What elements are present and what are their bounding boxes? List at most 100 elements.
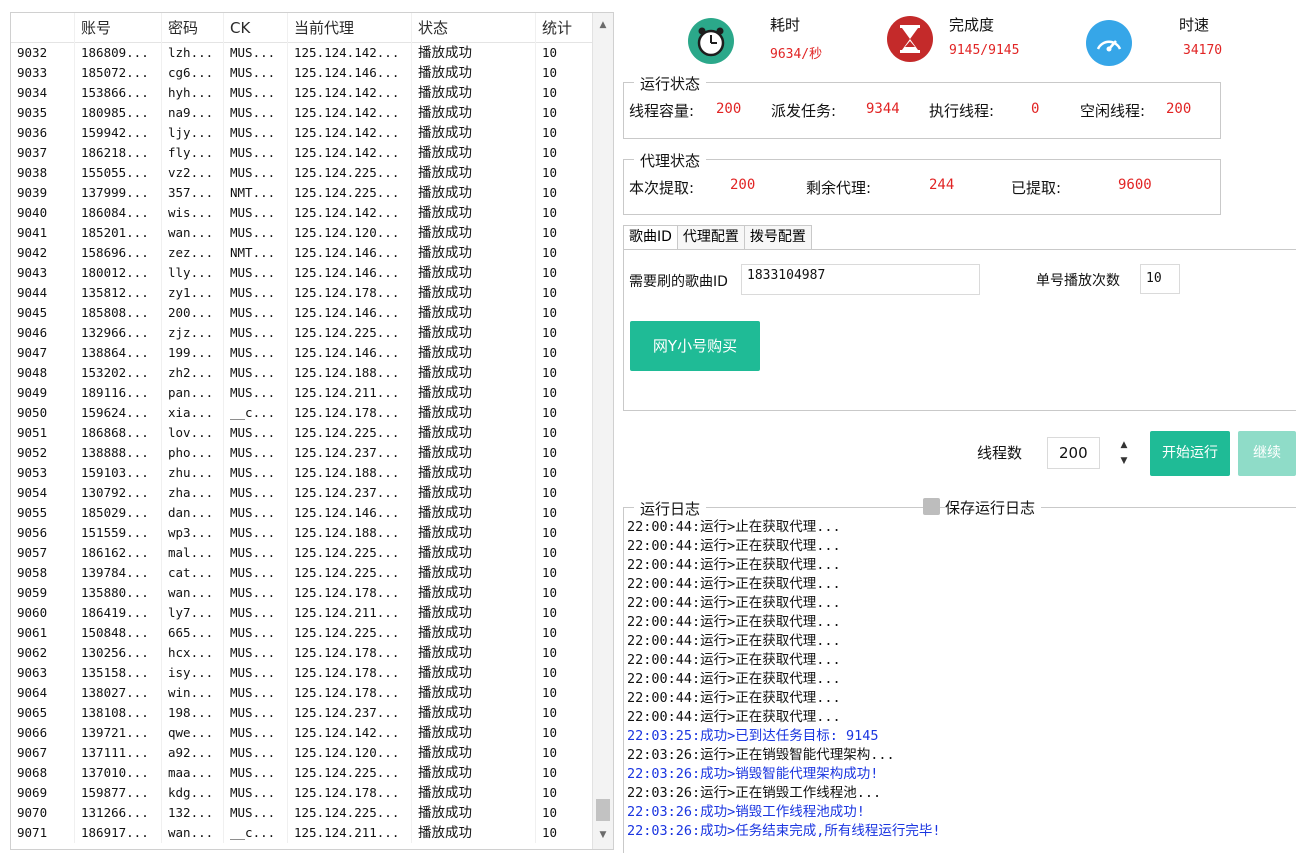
spin-up-icon[interactable]: ▲ xyxy=(1110,437,1138,453)
run-log-text[interactable]: 22:00:44:运行>止在获取代理... 22:00:44:运行>正在获取代理.… xyxy=(627,518,1287,848)
table-row[interactable]: 9071 186917... wan... __c... 125.124.211... 播… xyxy=(11,823,593,843)
table-cell: 9055 xyxy=(11,503,75,523)
log-line: 22:00:44:运行>正在获取代理... xyxy=(627,709,841,725)
table-row[interactable]: 9070 131266... 132... MUS... 125.124.225... 播… xyxy=(11,803,593,823)
table-cell: MUS... xyxy=(224,743,288,763)
table-row[interactable]: 9049 189116... pan... MUS... 125.124.211... 播… xyxy=(11,383,593,403)
spin-down-icon[interactable]: ▼ xyxy=(1110,453,1138,469)
table-cell: wp3... xyxy=(162,523,224,543)
column-header[interactable]: 密码 xyxy=(162,13,224,43)
table-cell: MUS... xyxy=(224,63,288,83)
fetched-label: 已提取: xyxy=(1011,179,1062,197)
tab-dial-config[interactable]: 拨号配置 xyxy=(743,225,812,250)
table-row[interactable]: 9053 159103... zhu... MUS... 125.124.188... 播… xyxy=(11,463,593,483)
table-cell: 播放成功 xyxy=(412,703,536,723)
table-row[interactable]: 9045 185808... 200... MUS... 125.124.146... 播… xyxy=(11,303,593,323)
column-header[interactable]: 状态 xyxy=(412,13,536,43)
table-row[interactable]: 9064 138027... win... MUS... 125.124.178... 播… xyxy=(11,683,593,703)
speedometer-icon xyxy=(1086,20,1132,66)
table-row[interactable]: 9069 159877... kdg... MUS... 125.124.178... 播… xyxy=(11,783,593,803)
table-row[interactable]: 9052 138888... pho... MUS... 125.124.237... 播… xyxy=(11,443,593,463)
table-row[interactable]: 9050 159624... xia... __c... 125.124.178... 播… xyxy=(11,403,593,423)
table-row[interactable]: 9048 153202... zh2... MUS... 125.124.188... 播… xyxy=(11,363,593,383)
account-table[interactable]: 账号 密码 CK 当前代理 状态 统计 9032 186809... lzh... MUS...… xyxy=(10,12,614,850)
save-log-label[interactable]: 保存运行日志 xyxy=(945,497,1042,518)
table-cell: MUS... xyxy=(224,423,288,443)
column-header[interactable] xyxy=(11,13,75,43)
table-row[interactable]: 9043 180012... lly... MUS... 125.124.146... 播… xyxy=(11,263,593,283)
table-row[interactable]: 9042 158696... zez... NMT... 125.124.146... 播… xyxy=(11,243,593,263)
start-button[interactable]: 开始运行 xyxy=(1150,431,1230,476)
table-row[interactable]: 9037 186218... fly... MUS... 125.124.142... 播… xyxy=(11,143,593,163)
table-row[interactable]: 9059 135880... wan... MUS... 125.124.178... 播… xyxy=(11,583,593,603)
table-row[interactable]: 9036 159942... ljy... MUS... 125.124.142... 播… xyxy=(11,123,593,143)
continue-button[interactable]: 继续 xyxy=(1238,431,1296,476)
table-row[interactable]: 9051 186868... lov... MUS... 125.124.225... 播… xyxy=(11,423,593,443)
scroll-down-icon[interactable]: ▼ xyxy=(593,825,613,845)
column-header[interactable]: 当前代理 xyxy=(288,13,412,43)
table-row[interactable]: 9067 137111... a92... MUS... 125.124.120... 播… xyxy=(11,743,593,763)
save-log-checkbox[interactable] xyxy=(923,498,940,515)
table-cell: 125.124.146... xyxy=(288,263,412,283)
song-id-input[interactable]: 1833104987 xyxy=(741,264,980,295)
table-cell: MUS... xyxy=(224,463,288,483)
table-row[interactable]: 9066 139721... qwe... MUS... 125.124.142... 播… xyxy=(11,723,593,743)
buy-account-button[interactable]: 网Y小号购买 xyxy=(630,321,760,371)
table-cell: 10 xyxy=(542,705,558,720)
table-row[interactable]: 9032 186809... lzh... MUS... 125.124.142... 播… xyxy=(11,43,593,63)
table-cell: 9067 xyxy=(11,743,75,763)
table-cell: lzh... xyxy=(162,43,224,63)
table-row[interactable]: 9063 135158... isy... MUS... 125.124.178... 播… xyxy=(11,663,593,683)
table-row[interactable]: 9047 138864... 199... MUS... 125.124.146... 播… xyxy=(11,343,593,363)
table-cell: 9063 xyxy=(11,663,75,683)
table-row[interactable]: 9038 155055... vz2... MUS... 125.124.225... 播… xyxy=(11,163,593,183)
table-row[interactable]: 9056 151559... wp3... MUS... 125.124.188... 播… xyxy=(11,523,593,543)
thread-count-label: 线程数 xyxy=(977,444,1023,462)
table-cell: 150848... xyxy=(75,623,162,643)
thread-capacity-value: 200 xyxy=(716,101,742,117)
table-row[interactable]: 9068 137010... maa... MUS... 125.124.225... 播… xyxy=(11,763,593,783)
table-scrollbar[interactable]: ▲ ▼ xyxy=(592,13,613,849)
table-row[interactable]: 9061 150848... 665... MUS... 125.124.225... 播… xyxy=(11,623,593,643)
table-cell: 播放成功 xyxy=(412,323,536,343)
tab-song-id[interactable]: 歌曲ID xyxy=(623,225,678,251)
table-cell: 185808... xyxy=(75,303,162,323)
table-row[interactable]: 9033 185072... cg6... MUS... 125.124.146... 播… xyxy=(11,63,593,83)
table-row[interactable]: 9039 137999... 357... NMT... 125.124.225... 播… xyxy=(11,183,593,203)
table-cell: 10 xyxy=(542,305,558,320)
table-cell: 播放成功 xyxy=(412,343,536,363)
table-row[interactable]: 9065 138108... 198... MUS... 125.124.237... 播… xyxy=(11,703,593,723)
table-row[interactable]: 9035 180985... na9... MUS... 125.124.142... 播… xyxy=(11,103,593,123)
table-cell: 播放成功 xyxy=(412,603,536,623)
log-line: 22:00:44:运行>正在获取代理... xyxy=(627,576,841,592)
table-cell: 10 xyxy=(542,805,558,820)
table-row[interactable]: 9058 139784... cat... MUS... 125.124.225... 播… xyxy=(11,563,593,583)
column-header[interactable]: 统计 xyxy=(536,13,593,43)
plays-per-account-input[interactable]: 10 xyxy=(1140,264,1180,294)
table-row[interactable]: 9040 186084... wis... MUS... 125.124.142... 播… xyxy=(11,203,593,223)
table-row[interactable]: 9044 135812... zy1... MUS... 125.124.178... 播… xyxy=(11,283,593,303)
thread-count-input[interactable]: 200 xyxy=(1047,437,1100,469)
column-header[interactable]: CK xyxy=(224,13,288,43)
table-row[interactable]: 9055 185029... dan... MUS... 125.124.146... 播… xyxy=(11,503,593,523)
table-row[interactable]: 9057 186162... mal... MUS... 125.124.225... 播… xyxy=(11,543,593,563)
column-header[interactable]: 账号 xyxy=(75,13,162,43)
table-cell: 播放成功 xyxy=(412,303,536,323)
table-row[interactable]: 9041 185201... wan... MUS... 125.124.120... 播… xyxy=(11,223,593,243)
table-row[interactable]: 9046 132966... zjz... MUS... 125.124.225... 播… xyxy=(11,323,593,343)
table-row[interactable]: 9034 153866... hyh... MUS... 125.124.142... 播… xyxy=(11,83,593,103)
table-cell: pho... xyxy=(162,443,224,463)
table-row[interactable]: 9062 130256... hcx... MUS... 125.124.178... 播… xyxy=(11,643,593,663)
table-cell: fly... xyxy=(162,143,224,163)
table-row[interactable]: 9054 130792... zha... MUS... 125.124.237... 播… xyxy=(11,483,593,503)
table-cell: 10 xyxy=(542,145,558,160)
table-cell: hcx... xyxy=(162,643,224,663)
table-cell: 186917... xyxy=(75,823,162,843)
scroll-up-icon[interactable]: ▲ xyxy=(593,15,613,35)
table-cell: zy1... xyxy=(162,283,224,303)
table-row[interactable]: 9060 186419... ly7... MUS... 125.124.211... 播… xyxy=(11,603,593,623)
table-body[interactable]: 9032 186809... lzh... MUS... 125.124.142... 播… xyxy=(11,43,593,849)
table-cell: 125.124.178... xyxy=(288,683,412,703)
tab-proxy-config[interactable]: 代理配置 xyxy=(676,225,745,250)
scroll-thumb[interactable] xyxy=(596,799,610,821)
